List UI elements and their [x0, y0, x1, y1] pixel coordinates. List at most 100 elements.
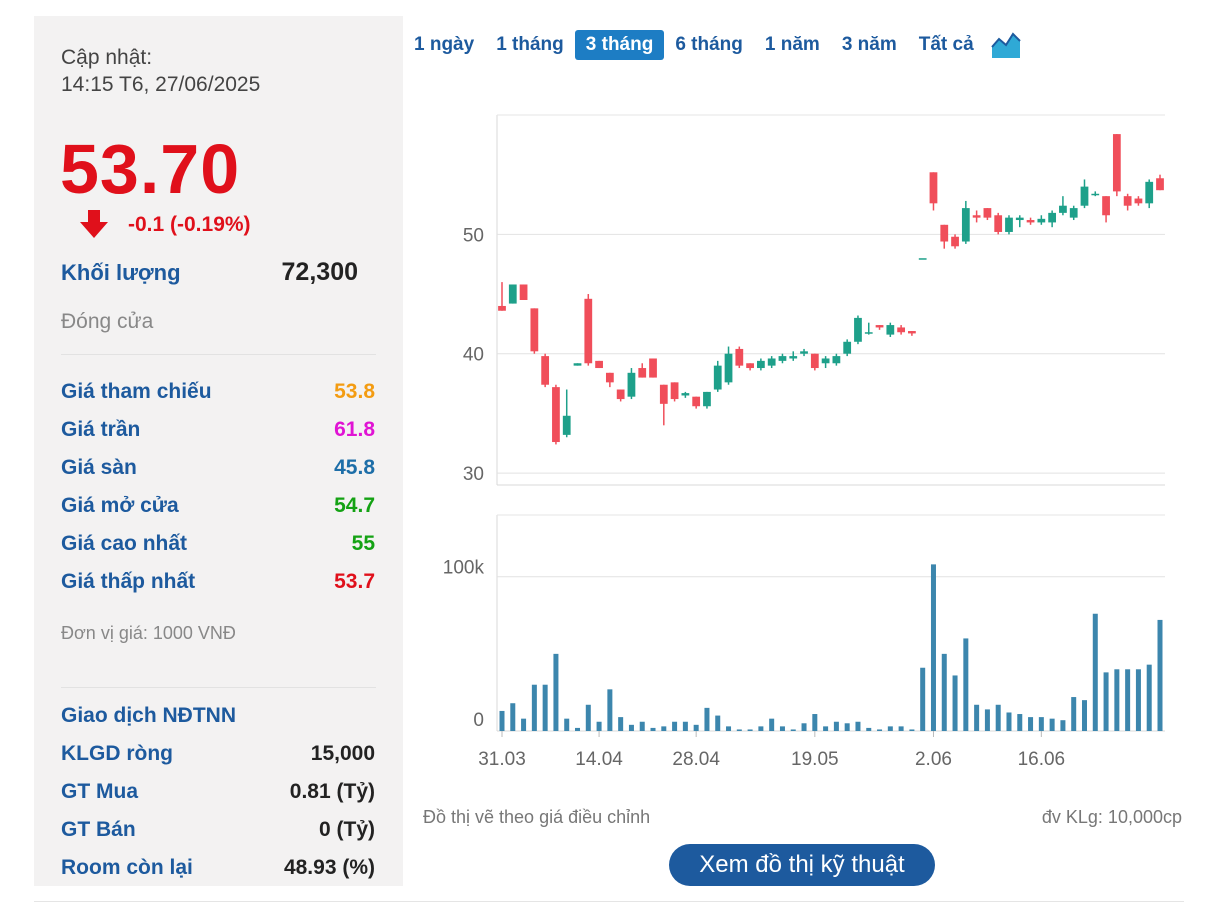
candle-body: [724, 353, 733, 383]
candle-body: [767, 358, 776, 366]
candle-body: [961, 208, 970, 242]
volume-bar: [693, 724, 699, 731]
volume-bar: [769, 718, 775, 731]
volume-bar: [1146, 664, 1152, 731]
volume-bar: [607, 689, 613, 731]
volume-bar: [1114, 669, 1120, 731]
candle-body: [1080, 186, 1089, 206]
candle-body: [552, 387, 560, 443]
candle-body: [1026, 220, 1035, 223]
candle-body: [1091, 193, 1100, 196]
candle-body: [627, 372, 636, 397]
candle-body: [994, 215, 1003, 232]
candle-body: [616, 389, 625, 400]
volume-bar: [661, 726, 667, 731]
volume-bar: [1006, 712, 1012, 731]
candle-body: [875, 325, 884, 328]
candle-body: [1112, 134, 1121, 192]
volume-bar: [844, 723, 850, 731]
volume-bar: [963, 638, 969, 731]
candle-body: [918, 258, 927, 260]
volume-bar: [672, 721, 678, 731]
volume-bar: [974, 704, 980, 731]
volume-bar: [909, 729, 915, 731]
divider: [34, 901, 1184, 902]
candle-body: [1102, 196, 1110, 216]
candle-body: [605, 372, 614, 383]
price-tick-label: 50: [463, 225, 484, 246]
candle-body: [832, 356, 841, 364]
candle-body: [929, 172, 938, 204]
candle-body: [1037, 218, 1046, 223]
volume-bar: [941, 653, 947, 731]
candle-body: [584, 298, 593, 364]
candle-body: [886, 325, 895, 335]
volume-bar: [564, 718, 570, 731]
candle-body: [659, 384, 668, 404]
volume-tick-label: 100k: [443, 558, 485, 579]
price-tick-label: 30: [463, 464, 484, 485]
candle-body: [854, 317, 862, 342]
candle-body: [519, 284, 528, 300]
volume-bar: [1125, 669, 1131, 731]
candle-body: [951, 236, 959, 247]
candle-body: [789, 356, 798, 359]
candle-body: [843, 341, 852, 354]
candle-body: [508, 284, 517, 304]
volume-bar: [1060, 720, 1066, 731]
volume-bar: [1135, 669, 1141, 731]
volume-bar: [1071, 697, 1077, 731]
volume-bar: [952, 675, 958, 731]
volume-bar: [715, 715, 721, 731]
candle-body: [692, 396, 701, 407]
candle-body: [897, 327, 905, 333]
volume-bar: [585, 704, 591, 731]
candle-body: [681, 393, 690, 396]
volume-bar: [553, 653, 559, 731]
candle-body: [649, 358, 657, 378]
volume-unit-note: đv KLg: 10,000cp: [1041, 807, 1182, 827]
candle-body: [757, 360, 765, 369]
volume-bar: [1157, 619, 1163, 731]
volume-bar: [790, 729, 796, 731]
candle-body: [1145, 181, 1154, 204]
volume-bar: [833, 721, 839, 731]
candle-body: [573, 363, 582, 366]
candlestick-chart: 30 40 50 0 100k 31.03 14.04 28.04 19.05 2.06 16.06: [443, 114, 1165, 770]
candle-body: [498, 305, 506, 311]
candle-body: [1059, 205, 1067, 213]
volume-bar: [779, 726, 785, 731]
candle-body: [562, 415, 571, 435]
volume-bar: [1103, 672, 1109, 731]
candle-body: [1156, 178, 1164, 191]
x-tick-label: 28.04: [672, 749, 720, 770]
volume-bar: [542, 684, 548, 731]
candle-body: [670, 382, 679, 400]
candle-body: [1005, 217, 1013, 232]
candle-body: [541, 356, 550, 385]
candle-body: [595, 360, 603, 369]
volume-bar: [984, 709, 990, 731]
volume-bar: [812, 714, 818, 731]
candle-body: [778, 356, 787, 361]
adjusted-price-note: Đồ thị vẽ theo giá điều chỉnh: [423, 807, 651, 827]
technical-chart-button[interactable]: Xem đồ thị kỹ thuật: [669, 844, 935, 886]
candle-body: [703, 391, 711, 407]
volume-bar: [887, 726, 893, 731]
candle-body: [735, 348, 744, 366]
candle-body: [821, 358, 830, 364]
candle-body: [746, 363, 754, 369]
volume-bar: [596, 721, 602, 731]
candle-body: [638, 368, 647, 378]
candle-body: [530, 308, 539, 352]
volume-bar: [575, 727, 581, 731]
volume-bar: [1081, 700, 1087, 731]
volume-bar: [855, 721, 861, 731]
volume-bar: [726, 726, 732, 731]
volume-bar: [639, 721, 645, 731]
volume-bar: [1038, 717, 1044, 731]
volume-bar: [758, 726, 764, 731]
volume-bar: [866, 727, 872, 731]
candle-body: [1134, 198, 1143, 204]
price-tick-label: 40: [463, 345, 484, 366]
